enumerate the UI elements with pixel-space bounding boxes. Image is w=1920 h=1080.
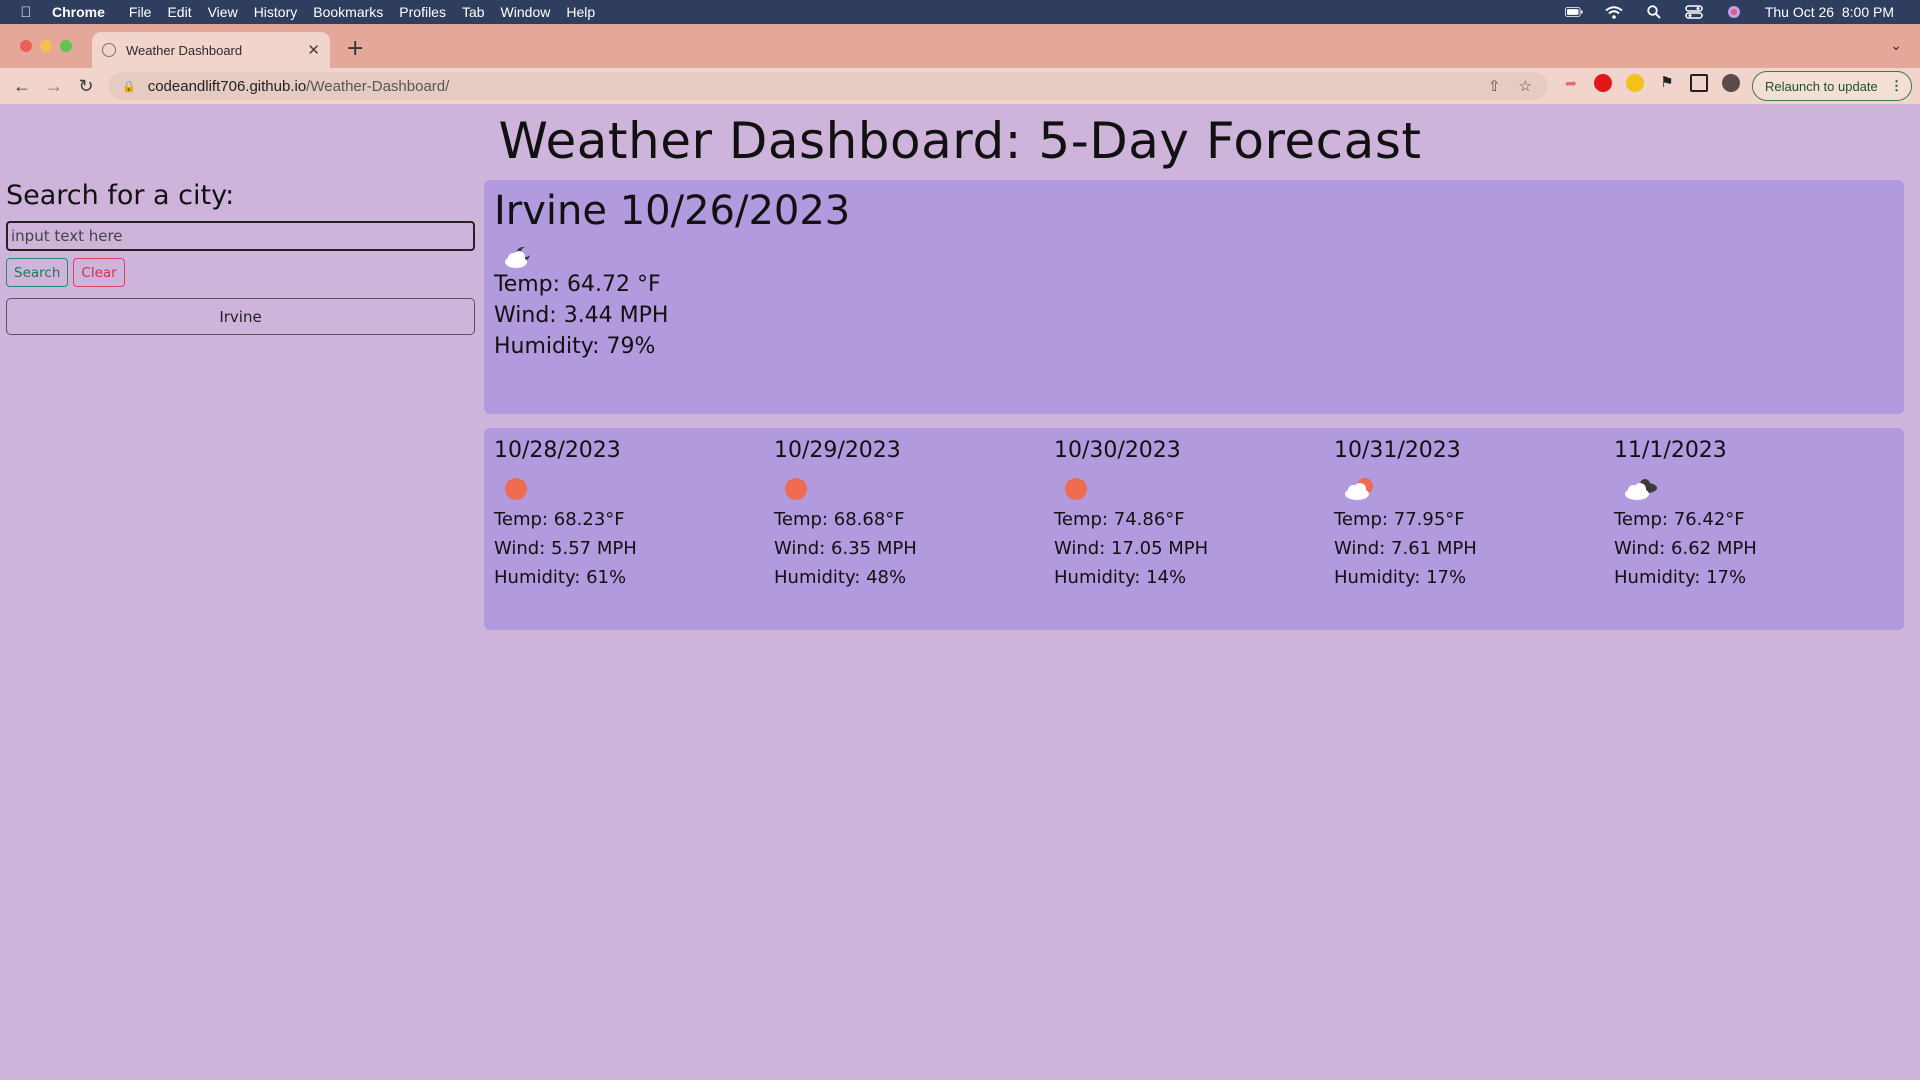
forecast-wind: Wind: 7.61 MPH — [1334, 538, 1477, 559]
globe-favicon-icon — [102, 43, 116, 57]
forecast-date: 10/31/2023 — [1334, 438, 1461, 463]
forecast-day-card: 10/31/2023 Temp: 77.95°F Wind: 7.61 MPH … — [1334, 436, 1614, 622]
search-button-row: Search Clear — [6, 258, 475, 287]
address-bar[interactable]: 🔒 codeandlift706.github.io/Weather-Dashb… — [108, 72, 1548, 100]
forecast-date: 10/29/2023 — [774, 438, 901, 463]
forecast-humidity: Humidity: 17% — [1334, 567, 1467, 588]
sunglasses-extension-icon[interactable] — [1626, 74, 1644, 92]
forecast-temp: Temp: 68.23°F — [494, 509, 625, 530]
menu-profiles[interactable]: Profiles — [399, 4, 460, 20]
search-heading: Search for a city: — [6, 180, 235, 211]
url-host: codeandlift706.github.io — [147, 77, 307, 95]
city-search-input[interactable] — [6, 221, 475, 251]
lock-icon[interactable]: 🔒 — [122, 80, 136, 93]
broken-clouds-icon — [1625, 479, 1657, 500]
forecast-humidity: Humidity: 14% — [1054, 567, 1187, 588]
siri-icon[interactable] — [1725, 5, 1743, 19]
side-panel-icon[interactable] — [1690, 74, 1708, 92]
menu-bar-clock[interactable]: Thu Oct 26 8:00 PM — [1765, 4, 1894, 20]
forecast-day-card: 10/28/2023 Temp: 68.23°F Wind: 5.57 MPH … — [494, 436, 774, 622]
battery-icon[interactable] — [1564, 5, 1583, 19]
extension-arrow-icon[interactable]: ➦ — [1562, 74, 1580, 92]
current-weather-card: Irvine 10/26/2023 Temp: 64.72 °F Wind: 3… — [484, 180, 1904, 414]
partly-cloudy-icon — [1345, 478, 1373, 500]
new-tab-icon[interactable]: + — [346, 36, 364, 61]
forward-arrow-icon[interactable]: → — [38, 76, 70, 97]
apple-menu-icon[interactable]:  — [0, 4, 52, 21]
menu-edit[interactable]: Edit — [167, 4, 205, 20]
relaunch-to-update-button[interactable]: Relaunch to update ⋮ — [1752, 71, 1912, 101]
tab-title: Weather Dashboard — [126, 42, 243, 58]
puzzle-extensions-icon[interactable]: ⚑ — [1658, 74, 1676, 92]
menu-tab[interactable]: Tab — [462, 4, 499, 20]
extensions-area: ➦ ⚑ — [1562, 74, 1740, 92]
forecast-date: 11/1/2023 — [1614, 438, 1727, 463]
forecast-humidity: Humidity: 17% — [1614, 567, 1747, 588]
page-title: Weather Dashboard: 5-Day Forecast — [498, 112, 1422, 170]
sun-icon — [785, 478, 807, 500]
forecast-temp: Temp: 77.95°F — [1334, 509, 1465, 530]
reload-icon[interactable]: ↻ — [70, 76, 102, 97]
forecast-temp: Temp: 68.68°F — [774, 509, 905, 530]
current-humidity: Humidity: 79% — [494, 334, 656, 359]
clear-button[interactable]: Clear — [73, 258, 125, 287]
back-arrow-icon[interactable]: ← — [6, 76, 38, 97]
forecast-wind: Wind: 6.62 MPH — [1614, 538, 1757, 559]
current-temp: Temp: 64.72 °F — [494, 272, 661, 297]
browser-tab-strip: Weather Dashboard ✕ + ⌄ — [0, 24, 1920, 68]
relaunch-label: Relaunch to update — [1765, 78, 1878, 94]
five-day-forecast: 10/28/2023 Temp: 68.23°F Wind: 5.57 MPH … — [484, 428, 1904, 630]
current-city-date: Irvine 10/26/2023 — [494, 188, 851, 234]
zoom-window-button[interactable] — [60, 40, 72, 52]
forecast-wind: Wind: 6.35 MPH — [774, 538, 917, 559]
macos-menu-bar:  Chrome File Edit View History Bookmark… — [0, 0, 1920, 24]
current-wind: Wind: 3.44 MPH — [494, 303, 669, 328]
night-cloud-icon — [505, 247, 531, 268]
history-city-button[interactable]: Irvine — [6, 298, 475, 335]
minimize-window-button[interactable] — [40, 40, 52, 52]
page-viewport: Weather Dashboard: 5-Day Forecast Search… — [0, 104, 1920, 1080]
bookmark-star-icon[interactable]: ☆ — [1519, 77, 1532, 95]
tab-search-chevron-icon[interactable]: ⌄ — [1890, 38, 1902, 54]
forecast-day-card: 10/29/2023 Temp: 68.68°F Wind: 6.35 MPH … — [774, 436, 1054, 622]
forecast-day-card: 10/30/2023 Temp: 74.86°F Wind: 17.05 MPH… — [1054, 436, 1334, 622]
menu-help[interactable]: Help — [566, 4, 609, 20]
menu-window[interactable]: Window — [501, 4, 565, 20]
forecast-temp: Temp: 74.86°F — [1054, 509, 1185, 530]
share-icon[interactable]: ⇧ — [1488, 77, 1501, 95]
search-button[interactable]: Search — [6, 258, 69, 287]
browser-toolbar: ← → ↻ 🔒 codeandlift706.github.io/Weather… — [0, 68, 1920, 104]
spotlight-search-icon[interactable] — [1645, 5, 1663, 19]
forecast-temp: Temp: 76.42°F — [1614, 509, 1745, 530]
forecast-date: 10/28/2023 — [494, 438, 621, 463]
menu-view[interactable]: View — [208, 4, 252, 20]
window-controls — [20, 40, 72, 52]
menu-file[interactable]: File — [129, 4, 166, 20]
sun-icon — [1065, 478, 1087, 500]
control-center-icon[interactable] — [1685, 5, 1703, 19]
close-window-button[interactable] — [20, 40, 32, 52]
close-tab-icon[interactable]: ✕ — [307, 41, 320, 59]
search-sidebar: Search for a city: Search Clear Irvine — [6, 180, 475, 335]
forecast-humidity: Humidity: 48% — [774, 567, 907, 588]
menu-bookmarks[interactable]: Bookmarks — [313, 4, 397, 20]
forecast-humidity: Humidity: 61% — [494, 567, 627, 588]
forecast-wind: Wind: 5.57 MPH — [494, 538, 637, 559]
forecast-day-card: 11/1/2023 Temp: 76.42°F Wind: 6.62 MPH H… — [1614, 436, 1894, 622]
opera-extension-icon[interactable] — [1594, 74, 1612, 92]
profile-avatar[interactable] — [1722, 74, 1740, 92]
sun-icon — [505, 478, 527, 500]
kebab-menu-icon[interactable]: ⋮ — [1890, 78, 1903, 94]
menu-history[interactable]: History — [254, 4, 312, 20]
menu-app-name[interactable]: Chrome — [52, 4, 119, 20]
wifi-icon[interactable] — [1605, 5, 1623, 19]
browser-tab-weather-dashboard[interactable]: Weather Dashboard ✕ — [92, 32, 330, 68]
forecast-wind: Wind: 17.05 MPH — [1054, 538, 1209, 559]
forecast-date: 10/30/2023 — [1054, 438, 1181, 463]
url-path: /Weather-Dashboard/ — [306, 77, 450, 95]
